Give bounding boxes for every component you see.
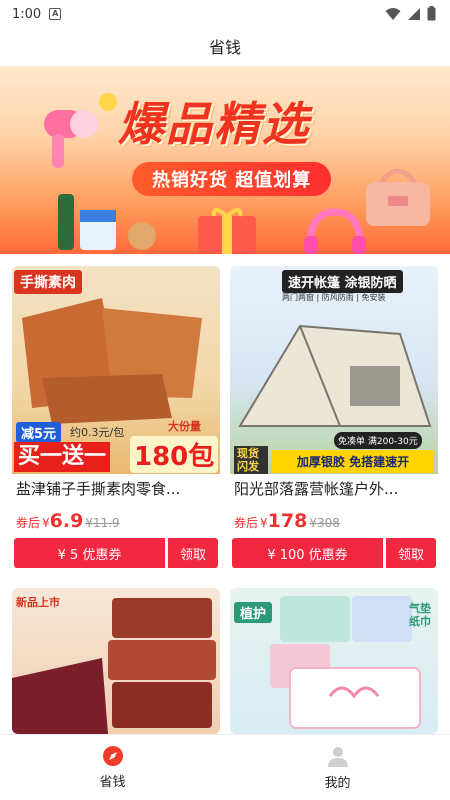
product-image[interactable]: 手撕素肉 减5元 约0.3元/包 大份量 买一送一 180包 [12,266,220,474]
status-bar: 1:00 A [0,0,450,28]
product-tag: 手撕素肉 [14,270,82,294]
original-price: ¥308 [309,516,340,530]
product-card[interactable]: 速开帐篷 涂银防晒 两门两窗 | 防风防雨 | 免安装 免凑单 满200-30元… [230,266,438,572]
promo-coupon-badge: 免凑单 满200-30元 [334,432,422,449]
price-symbol: ¥ [260,516,268,530]
original-price: ¥11.9 [85,516,120,530]
meat-pieces-image [22,298,202,424]
bottom-nav: 省钱 我的 [0,734,450,800]
product-name[interactable]: 阳光部落露营帐篷户外... [234,478,430,499]
gift-box-icon [198,208,256,254]
product-name[interactable]: 盐津铺子手撕素肉零食... [16,478,212,499]
compass-icon [102,746,123,766]
nav-item-save-money[interactable]: 省钱 [0,735,225,800]
coupon-row: ¥ 5 优惠券 领取 [14,538,218,568]
promo-banner[interactable]: 爆品精选 热销好货 超值划算 [0,66,450,254]
price-value: 178 [267,510,308,532]
nav-item-mine[interactable]: 我的 [225,735,450,800]
product-image[interactable]: 植护 气垫纸巾 [230,588,438,734]
promo-banner-text: 加厚银胶 免搭建速开 [272,450,434,473]
coupon-row: ¥ 100 优惠券 领取 [232,538,436,568]
battery-icon [427,6,436,21]
claim-button[interactable]: 领取 [168,538,218,568]
notification-badge-icon: A [49,8,62,20]
coin-icon [99,93,117,111]
product-card[interactable]: 植护 气垫纸巾 [230,588,438,734]
price-row: 券后 ¥ 178 ¥308 [234,510,340,532]
price-symbol: ¥ [42,516,50,530]
claim-button[interactable]: 领取 [386,538,436,568]
promo-left-badge: 现货闪发 [234,446,268,474]
promo-qty-label: 大份量 [168,420,201,433]
nav-label: 我的 [324,776,351,791]
price-value: 6.9 [49,510,84,532]
product-card[interactable]: 新品上市 [12,588,220,734]
price-row: 券后 ¥ 6.9 ¥11.9 [16,510,120,532]
product-subtags: 两门两窗 | 防风防雨 | 免安装 [282,293,386,302]
page-title: 省钱 [208,38,241,57]
product-tag: 植护 [234,602,273,623]
promo-count: 180包 [130,436,219,473]
product-tag: 速开帐篷 涂银防晒 [282,270,403,293]
nav-label: 省钱 [99,775,126,790]
status-time: 1:00 [12,6,42,22]
product-side-tag: 气垫纸巾 [409,602,431,628]
price-label: 券后 [234,516,259,530]
promo-unit-price: 约0.3元/包 [70,426,125,439]
promo-discount: 减5元 [16,422,62,443]
coupon-button[interactable]: ¥ 100 优惠券 [232,538,383,568]
status-icons [385,6,436,21]
promo-main: 买一送一 [14,442,111,472]
headphones-icon [304,208,366,254]
product-image[interactable]: 速开帐篷 涂银防晒 两门两窗 | 防风防雨 | 免安装 免凑单 满200-30元… [230,266,438,474]
product-image[interactable]: 新品上市 [12,588,220,734]
price-label: 券后 [16,516,41,530]
product-tag: 新品上市 [16,596,60,609]
tent-image [238,324,432,427]
handbag-icon [366,168,430,226]
banner-title: 爆品精选 [118,97,310,151]
signal-icon [408,7,420,20]
coupon-button[interactable]: ¥ 5 优惠券 [14,538,165,568]
wifi-icon [385,7,401,20]
user-icon [327,747,348,767]
hairdryer-icon [44,110,98,168]
product-card[interactable]: 手撕素肉 减5元 约0.3元/包 大份量 买一送一 180包 盐津铺子手撕素肉零… [12,266,220,572]
banner-subtitle: 热销好货 超值划算 [132,162,332,196]
